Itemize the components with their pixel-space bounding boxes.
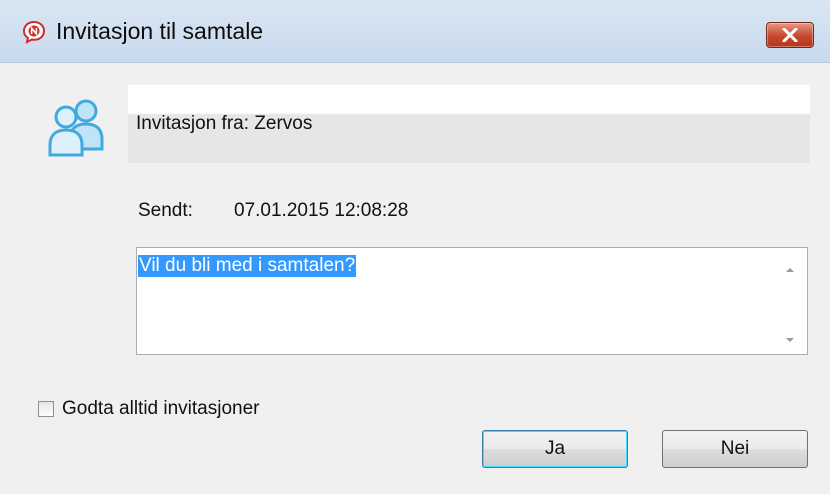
scroll-up-arrow-icon[interactable] <box>783 262 797 272</box>
invitation-dialog: Invitasjon til samtale Invitasjon fra: Z… <box>0 0 830 494</box>
always-accept-checkbox[interactable] <box>38 401 54 417</box>
users-icon <box>36 93 116 157</box>
app-logo-icon <box>22 20 46 44</box>
always-accept-label[interactable]: Godta alltid invitasjoner <box>62 398 260 420</box>
close-button[interactable] <box>766 22 814 48</box>
close-icon <box>782 28 798 42</box>
window-title: Invitasjon til samtale <box>56 18 264 44</box>
message-scrollbar[interactable] <box>773 248 807 354</box>
no-button[interactable]: Nei <box>662 430 808 468</box>
title-bar[interactable]: Invitasjon til samtale <box>0 0 830 63</box>
yes-button[interactable]: Ja <box>482 430 628 468</box>
sent-label: Sendt: <box>138 200 193 221</box>
sent-timestamp: 07.01.2015 12:08:28 <box>234 200 409 221</box>
invitation-from-text: Invitasjon fra: Zervos <box>136 113 313 134</box>
invitation-header-panel: Invitasjon fra: Zervos <box>128 85 810 163</box>
message-textarea[interactable]: Vil du bli med i samtalen? <box>136 247 808 355</box>
scroll-down-arrow-icon[interactable] <box>783 332 797 342</box>
dialog-body: Invitasjon fra: Zervos Sendt: 07.01.2015… <box>0 63 830 494</box>
message-text: Vil du bli med i samtalen? <box>138 255 357 277</box>
